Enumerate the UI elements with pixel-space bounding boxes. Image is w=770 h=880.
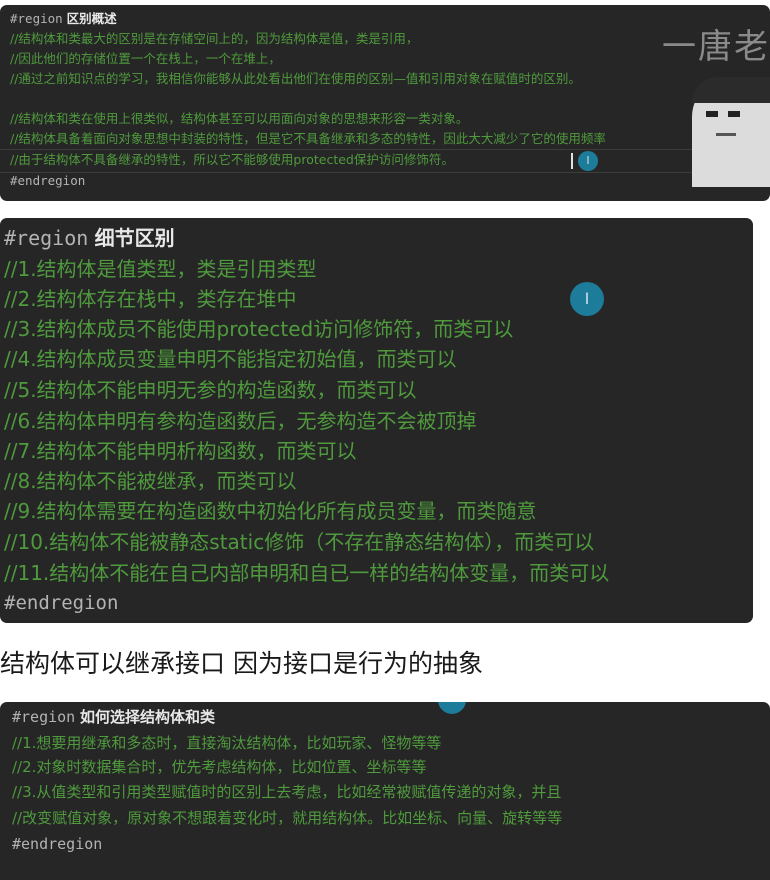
region-line: #region 如何选择结构体和类 [12, 704, 215, 730]
region-line: #region 细节区别 [4, 223, 175, 253]
mouse-cursor-icon [438, 702, 466, 714]
endregion-keyword: #endregion [4, 592, 119, 614]
endregion-keyword: #endregion [10, 173, 86, 188]
region-keyword: #region [12, 708, 76, 726]
comment-line: //2.对象时数据集合时，优先考虑结构体，比如位置、坐标等等 [12, 758, 427, 776]
code-panel-details: #region 细节区别 //1.结构体是值类型，类是引用类型 //2.结构体存… [0, 218, 753, 623]
article-paragraph: 结构体可以继承接口 因为接口是行为的抽象 [0, 649, 483, 678]
presenter-avatar [692, 77, 770, 187]
comment-line: //3.从值类型和引用类型赋值时的区别上去考虑，比如经常被赋值传递的对象，并且 [12, 783, 562, 801]
region-line: #region 区别概述 [10, 9, 117, 29]
region-title: 区别概述 [66, 11, 117, 26]
comment-line: //通过之前知识点的学习，我相信你能够从此处看出他们在使用的区别—值和引用对象在… [10, 71, 581, 86]
comment-line: //结构体和类在使用上很类似，结构体甚至可以用面向对象的思想来形容一类对象。 [10, 111, 469, 126]
comment-line: //6.结构体申明有参构造函数后，无参构造不会被顶掉 [4, 409, 477, 433]
region-title: 细节区别 [94, 226, 175, 250]
comment-line: //2.结构体存在栈中，类存在堆中 [4, 287, 297, 311]
comment-line: //4.结构体成员变量申明不能指定初始值，而类可以 [4, 347, 457, 371]
comment-line: //11.结构体不能在自己内部申明和自已一样的结构体变量，而类可以 [4, 561, 610, 585]
comment-line: //1.想要用继承和多态时，直接淘汰结构体，比如玩家、怪物等等 [12, 734, 442, 752]
endregion-keyword: #endregion [12, 835, 103, 853]
comment-line: //结构体和类最大的区别是在存储空间上的，因为结构体是值，类是引用， [10, 31, 419, 46]
watermark-text: 一唐老狮 [662, 27, 770, 67]
code-panel-choosing: #region 如何选择结构体和类 //1.想要用继承和多态时，直接淘汰结构体，… [0, 702, 770, 880]
mouse-cursor-icon: I [578, 151, 598, 171]
region-title: 如何选择结构体和类 [80, 708, 216, 726]
comment-line: //3.结构体成员不能使用protected访问修饰符，而类可以 [4, 317, 514, 341]
comment-line: //9.结构体需要在构造函数中初始化所有成员变量，而类随意 [4, 499, 537, 523]
comment-line: //结构体具备着面向对象思想中封装的特性，但是它不具备继承和多态的特性，因此大大… [10, 131, 606, 146]
mouse-cursor-icon: I [570, 282, 604, 316]
text-caret [571, 153, 573, 169]
comment-line: //10.结构体不能被静态static修饰（不存在静态结构体），而类可以 [4, 530, 595, 554]
comment-line: //因此他们的存储位置一个在栈上，一个在堆上， [10, 51, 281, 66]
comment-line: //由于结构体不具备继承的特性，所以它不能够使用protected保护访问修饰符… [10, 152, 454, 167]
code-panel-overview: #region 区别概述 //结构体和类最大的区别是在存储空间上的，因为结构体是… [0, 5, 770, 201]
region-keyword: #region [4, 226, 89, 250]
comment-line: //5.结构体不能申明无参的构造函数，而类可以 [4, 378, 417, 402]
comment-line: //改变赋值对象，原对象不想跟着变化时，就用结构体。比如坐标、向量、旋转等等 [12, 809, 563, 827]
region-keyword: #region [10, 11, 63, 26]
comment-line: //7.结构体不能申明析构函数，而类可以 [4, 439, 357, 463]
comment-line: //1.结构体是值类型，类是引用类型 [4, 257, 317, 281]
comment-line: //8.结构体不能被继承，而类可以 [4, 469, 297, 493]
